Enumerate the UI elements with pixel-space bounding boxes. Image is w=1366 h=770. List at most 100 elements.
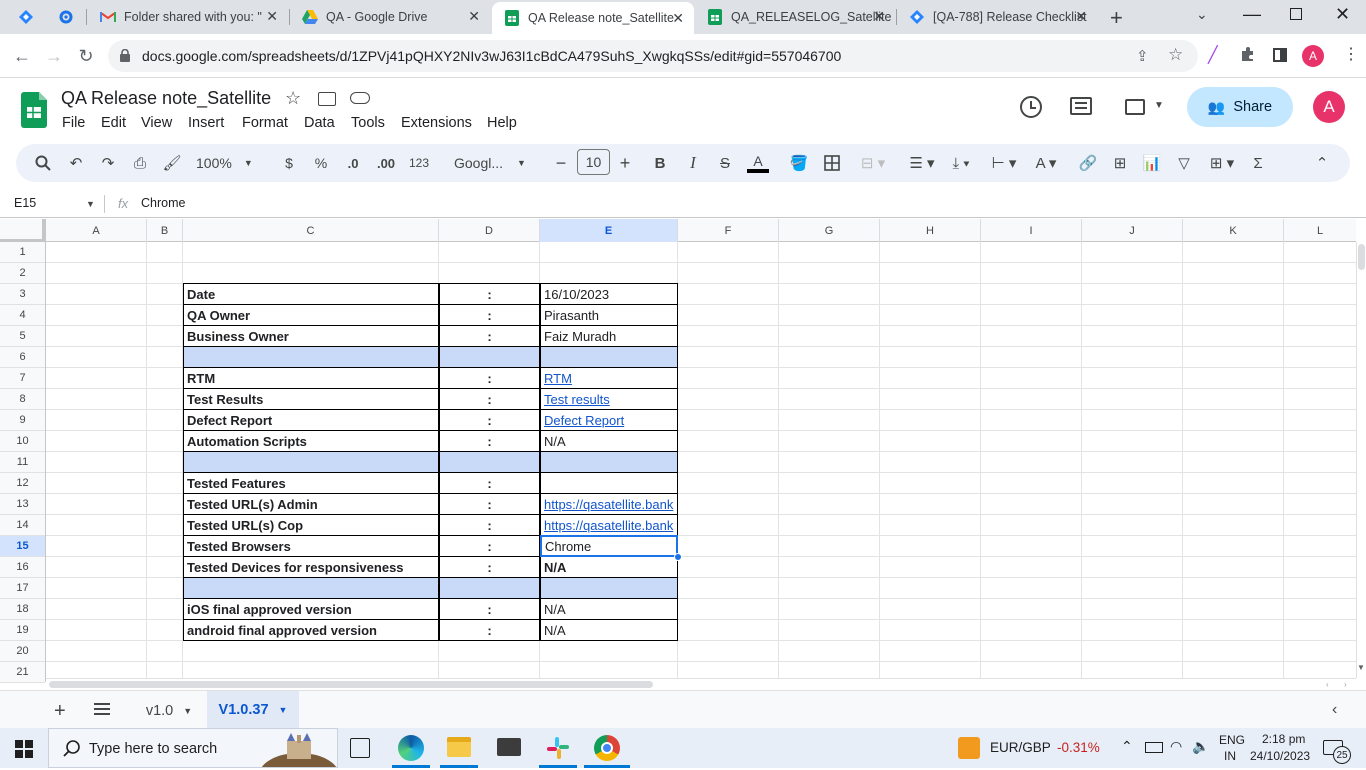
- clock-time[interactable]: 2:18 pm: [1262, 732, 1305, 746]
- cell-e12[interactable]: [540, 472, 678, 494]
- cell-e8[interactable]: Test results: [540, 388, 678, 410]
- undo-icon[interactable]: ↶: [66, 153, 86, 173]
- bookmark-star-icon[interactable]: ☆: [1168, 45, 1183, 65]
- scroll-down-arrow-icon[interactable]: ▼: [1357, 663, 1365, 672]
- cell-c9[interactable]: Defect Report: [183, 409, 439, 431]
- jira-tab-icon[interactable]: [18, 9, 34, 25]
- row-header-17[interactable]: 17: [0, 578, 45, 599]
- cell-d15[interactable]: :: [439, 535, 540, 557]
- vertical-align-icon[interactable]: ⤓ ▾: [946, 153, 976, 173]
- column-header-l[interactable]: L: [1284, 219, 1356, 242]
- cell-d18[interactable]: :: [439, 598, 540, 620]
- url-text[interactable]: docs.google.com/spreadsheets/d/1ZPVj41pQ…: [142, 48, 841, 64]
- version-history-icon[interactable]: [1020, 96, 1042, 118]
- cell-c6[interactable]: [183, 346, 439, 368]
- star-icon[interactable]: ☆: [285, 88, 301, 109]
- browser-menu-icon[interactable]: ⋮: [1343, 44, 1359, 64]
- redo-icon[interactable]: ↷: [98, 153, 118, 173]
- text-rotation-icon[interactable]: A ▾: [1029, 153, 1063, 173]
- cell-d4[interactable]: :: [439, 304, 540, 326]
- close-icon[interactable]: ✕: [672, 10, 684, 27]
- show-hidden-icons-chevron-icon[interactable]: ⌃: [1121, 738, 1133, 755]
- insert-comment-icon[interactable]: ⊞: [1110, 153, 1130, 173]
- column-header-i[interactable]: I: [981, 219, 1082, 242]
- menu-tools[interactable]: Tools: [351, 115, 385, 131]
- decrease-decimal-button[interactable]: .0: [342, 153, 364, 173]
- horizontal-scrollbar[interactable]: [46, 678, 1356, 690]
- language-bottom[interactable]: IN: [1224, 749, 1236, 763]
- add-sheet-button[interactable]: +: [54, 700, 66, 723]
- increase-decimal-button[interactable]: .00: [373, 153, 399, 173]
- cell-e11[interactable]: [540, 451, 678, 473]
- cell-d19[interactable]: :: [439, 619, 540, 641]
- cell-d13[interactable]: :: [439, 493, 540, 515]
- zoom-select[interactable]: 100% ▼: [196, 153, 260, 173]
- font-size-decrease-button[interactable]: −: [552, 153, 570, 173]
- cell-e3[interactable]: 16/10/2023: [540, 283, 678, 305]
- close-icon[interactable]: ✕: [873, 8, 885, 25]
- file-explorer-taskbar-icon[interactable]: [447, 737, 471, 757]
- browser-tab-jira[interactable]: [QA-788] Release Checklist ✕: [897, 0, 1097, 34]
- insert-link-icon[interactable]: 🔗: [1078, 153, 1098, 173]
- comments-icon[interactable]: [1070, 97, 1092, 115]
- slack-taskbar-icon[interactable]: [546, 736, 570, 760]
- font-size-increase-button[interactable]: +: [616, 153, 634, 173]
- column-header-e[interactable]: E: [540, 219, 678, 242]
- row-header-5[interactable]: 5: [0, 326, 45, 347]
- cell-e18[interactable]: N/A: [540, 598, 678, 620]
- browser-tab-gmail[interactable]: Folder shared with you: " ✕: [88, 0, 288, 34]
- close-icon[interactable]: ✕: [468, 8, 480, 25]
- cell-d14[interactable]: :: [439, 514, 540, 536]
- row-header-14[interactable]: 14: [0, 515, 45, 536]
- close-window-button[interactable]: ✕: [1335, 4, 1350, 25]
- print-icon[interactable]: ⎙: [130, 153, 150, 173]
- cell-c19[interactable]: android final approved version: [183, 619, 439, 641]
- cell-c14[interactable]: Tested URL(s) Cop: [183, 514, 439, 536]
- vertical-scrollbar-thumb[interactable]: [1358, 244, 1365, 270]
- restore-button[interactable]: [1290, 8, 1302, 20]
- meet-icon[interactable]: [1125, 99, 1145, 115]
- row-header-9[interactable]: 9: [0, 410, 45, 431]
- browser-tab-drive[interactable]: QA - Google Drive ✕: [290, 0, 490, 34]
- cell-c16[interactable]: Tested Devices for responsiveness: [183, 556, 439, 578]
- back-button[interactable]: ←: [10, 44, 34, 68]
- close-icon[interactable]: ✕: [266, 8, 278, 25]
- more-formats-button[interactable]: 123: [407, 153, 431, 173]
- menu-help[interactable]: Help: [487, 115, 517, 131]
- cell-c10[interactable]: Automation Scripts: [183, 430, 439, 452]
- cell-d10[interactable]: :: [439, 430, 540, 452]
- taskbar-search-box[interactable]: Type here to search: [48, 728, 338, 770]
- cell-d16[interactable]: :: [439, 556, 540, 578]
- side-panel-icon[interactable]: [1273, 48, 1287, 62]
- functions-icon[interactable]: Σ: [1248, 153, 1268, 173]
- sheets-logo[interactable]: [21, 92, 47, 128]
- column-header-b[interactable]: B: [147, 219, 183, 242]
- collapse-toolbar-icon[interactable]: ⌃: [1312, 153, 1332, 173]
- percent-format-button[interactable]: %: [312, 153, 330, 173]
- cell-e6[interactable]: [540, 346, 678, 368]
- cell-c4[interactable]: QA Owner: [183, 304, 439, 326]
- all-sheets-menu-icon[interactable]: [94, 703, 110, 715]
- cell-e7[interactable]: RTM: [540, 367, 678, 389]
- menu-insert[interactable]: Insert: [188, 115, 224, 131]
- close-icon[interactable]: ✕: [1075, 8, 1087, 25]
- cell-c7[interactable]: RTM: [183, 367, 439, 389]
- bold-button[interactable]: B: [651, 153, 669, 173]
- meet-dropdown-icon[interactable]: ▼: [1154, 100, 1164, 111]
- row-header-11[interactable]: 11: [0, 452, 45, 473]
- menu-format[interactable]: Format: [242, 115, 288, 131]
- fill-color-icon[interactable]: 🪣: [789, 153, 809, 173]
- lock-icon[interactable]: [120, 48, 130, 62]
- cell-d7[interactable]: :: [439, 367, 540, 389]
- menu-extensions[interactable]: Extensions: [401, 115, 472, 131]
- cell-e13[interactable]: https://qasatellite.bank: [540, 493, 678, 515]
- row-header-10[interactable]: 10: [0, 431, 45, 452]
- column-header-j[interactable]: J: [1082, 219, 1183, 242]
- filter-views-icon[interactable]: ⊞ ▾: [1205, 153, 1239, 173]
- filter-icon[interactable]: ▽: [1174, 153, 1194, 173]
- share-button[interactable]: 👥 Share: [1187, 87, 1293, 127]
- cell-d17[interactable]: [439, 577, 540, 599]
- select-all-corner[interactable]: [0, 219, 46, 242]
- stocks-widget-icon[interactable]: [958, 737, 980, 759]
- cell-d12[interactable]: :: [439, 472, 540, 494]
